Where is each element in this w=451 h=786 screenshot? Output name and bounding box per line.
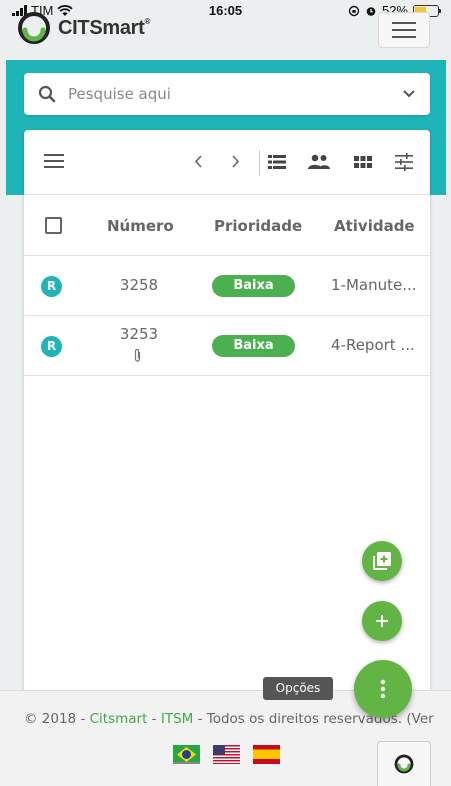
priority-badge: Baixa [212, 335, 295, 357]
add-to-library-button[interactable] [362, 541, 402, 581]
more-vert-icon [380, 679, 386, 699]
priority-badge: Baixa [212, 275, 295, 297]
options-tooltip: Opções [263, 677, 333, 700]
request-type-badge: R [41, 336, 62, 357]
add-button[interactable] [362, 601, 402, 641]
table-row[interactable]: R 3253 Baixa 4-Report ... [24, 316, 430, 376]
copyright-separator: - [147, 711, 161, 727]
itsm-link[interactable]: ITSM [161, 711, 193, 727]
activity-cell: 1-Manute... [331, 276, 417, 294]
citsmart-logo[interactable]: CITSmart® [16, 10, 150, 46]
hamburger-menu-button[interactable] [378, 12, 430, 48]
plus-icon [376, 615, 388, 627]
filter-settings-icon[interactable] [395, 153, 413, 171]
flag-brazil-icon[interactable] [173, 745, 200, 764]
column-header-prioridade[interactable]: Prioridade [214, 217, 302, 235]
request-number: 3253 [119, 325, 159, 343]
flag-usa-icon[interactable] [213, 745, 240, 764]
options-fab-button[interactable] [354, 660, 412, 718]
copyright-prefix: © 2018 - [24, 711, 90, 727]
request-number: 3258 [119, 276, 159, 294]
grid-view-icon[interactable] [354, 156, 372, 168]
table-row[interactable]: R 3258 Baixa 1-Manute... [24, 256, 430, 316]
add-to-library-icon [373, 552, 391, 570]
citsmart-logo-icon [394, 754, 414, 774]
citsmart-widget-button[interactable] [377, 741, 431, 786]
paperclip-icon [134, 348, 141, 362]
brand-suffix: Smart [89, 16, 145, 39]
brand-prefix: CIT [58, 16, 90, 39]
hamburger-line [392, 36, 416, 38]
request-type-badge: R [41, 276, 62, 297]
app-header: CITSmart® [0, 0, 451, 60]
brand-registered-mark: ® [144, 16, 151, 26]
search-icon [38, 85, 56, 103]
activity-cell: 4-Report ... [331, 336, 415, 354]
chevron-left-icon[interactable] [194, 155, 202, 168]
menu-icon[interactable] [44, 154, 64, 168]
list-view-icon[interactable] [268, 155, 286, 169]
hamburger-icon [392, 22, 416, 24]
search-input[interactable]: Pesquise aqui [68, 85, 402, 103]
chevron-down-icon[interactable] [402, 89, 416, 99]
table-header: Número Prioridade Atividade [24, 194, 430, 256]
toolbar-divider [259, 150, 260, 176]
column-header-atividade[interactable]: Atividade [334, 217, 415, 235]
citsmart-link[interactable]: Citsmart [90, 711, 148, 727]
search-bar[interactable]: Pesquise aqui [24, 73, 430, 115]
people-icon[interactable] [308, 154, 330, 169]
logo-mark-icon [18, 12, 50, 44]
flag-spain-icon[interactable] [253, 745, 280, 764]
brand-name: CITSmart® [58, 17, 150, 40]
list-toolbar [24, 130, 430, 194]
chevron-right-icon[interactable] [232, 155, 240, 168]
language-selector [173, 745, 280, 764]
hamburger-line [392, 29, 416, 31]
select-all-checkbox[interactable] [45, 217, 62, 234]
column-header-numero[interactable]: Número [107, 217, 174, 235]
